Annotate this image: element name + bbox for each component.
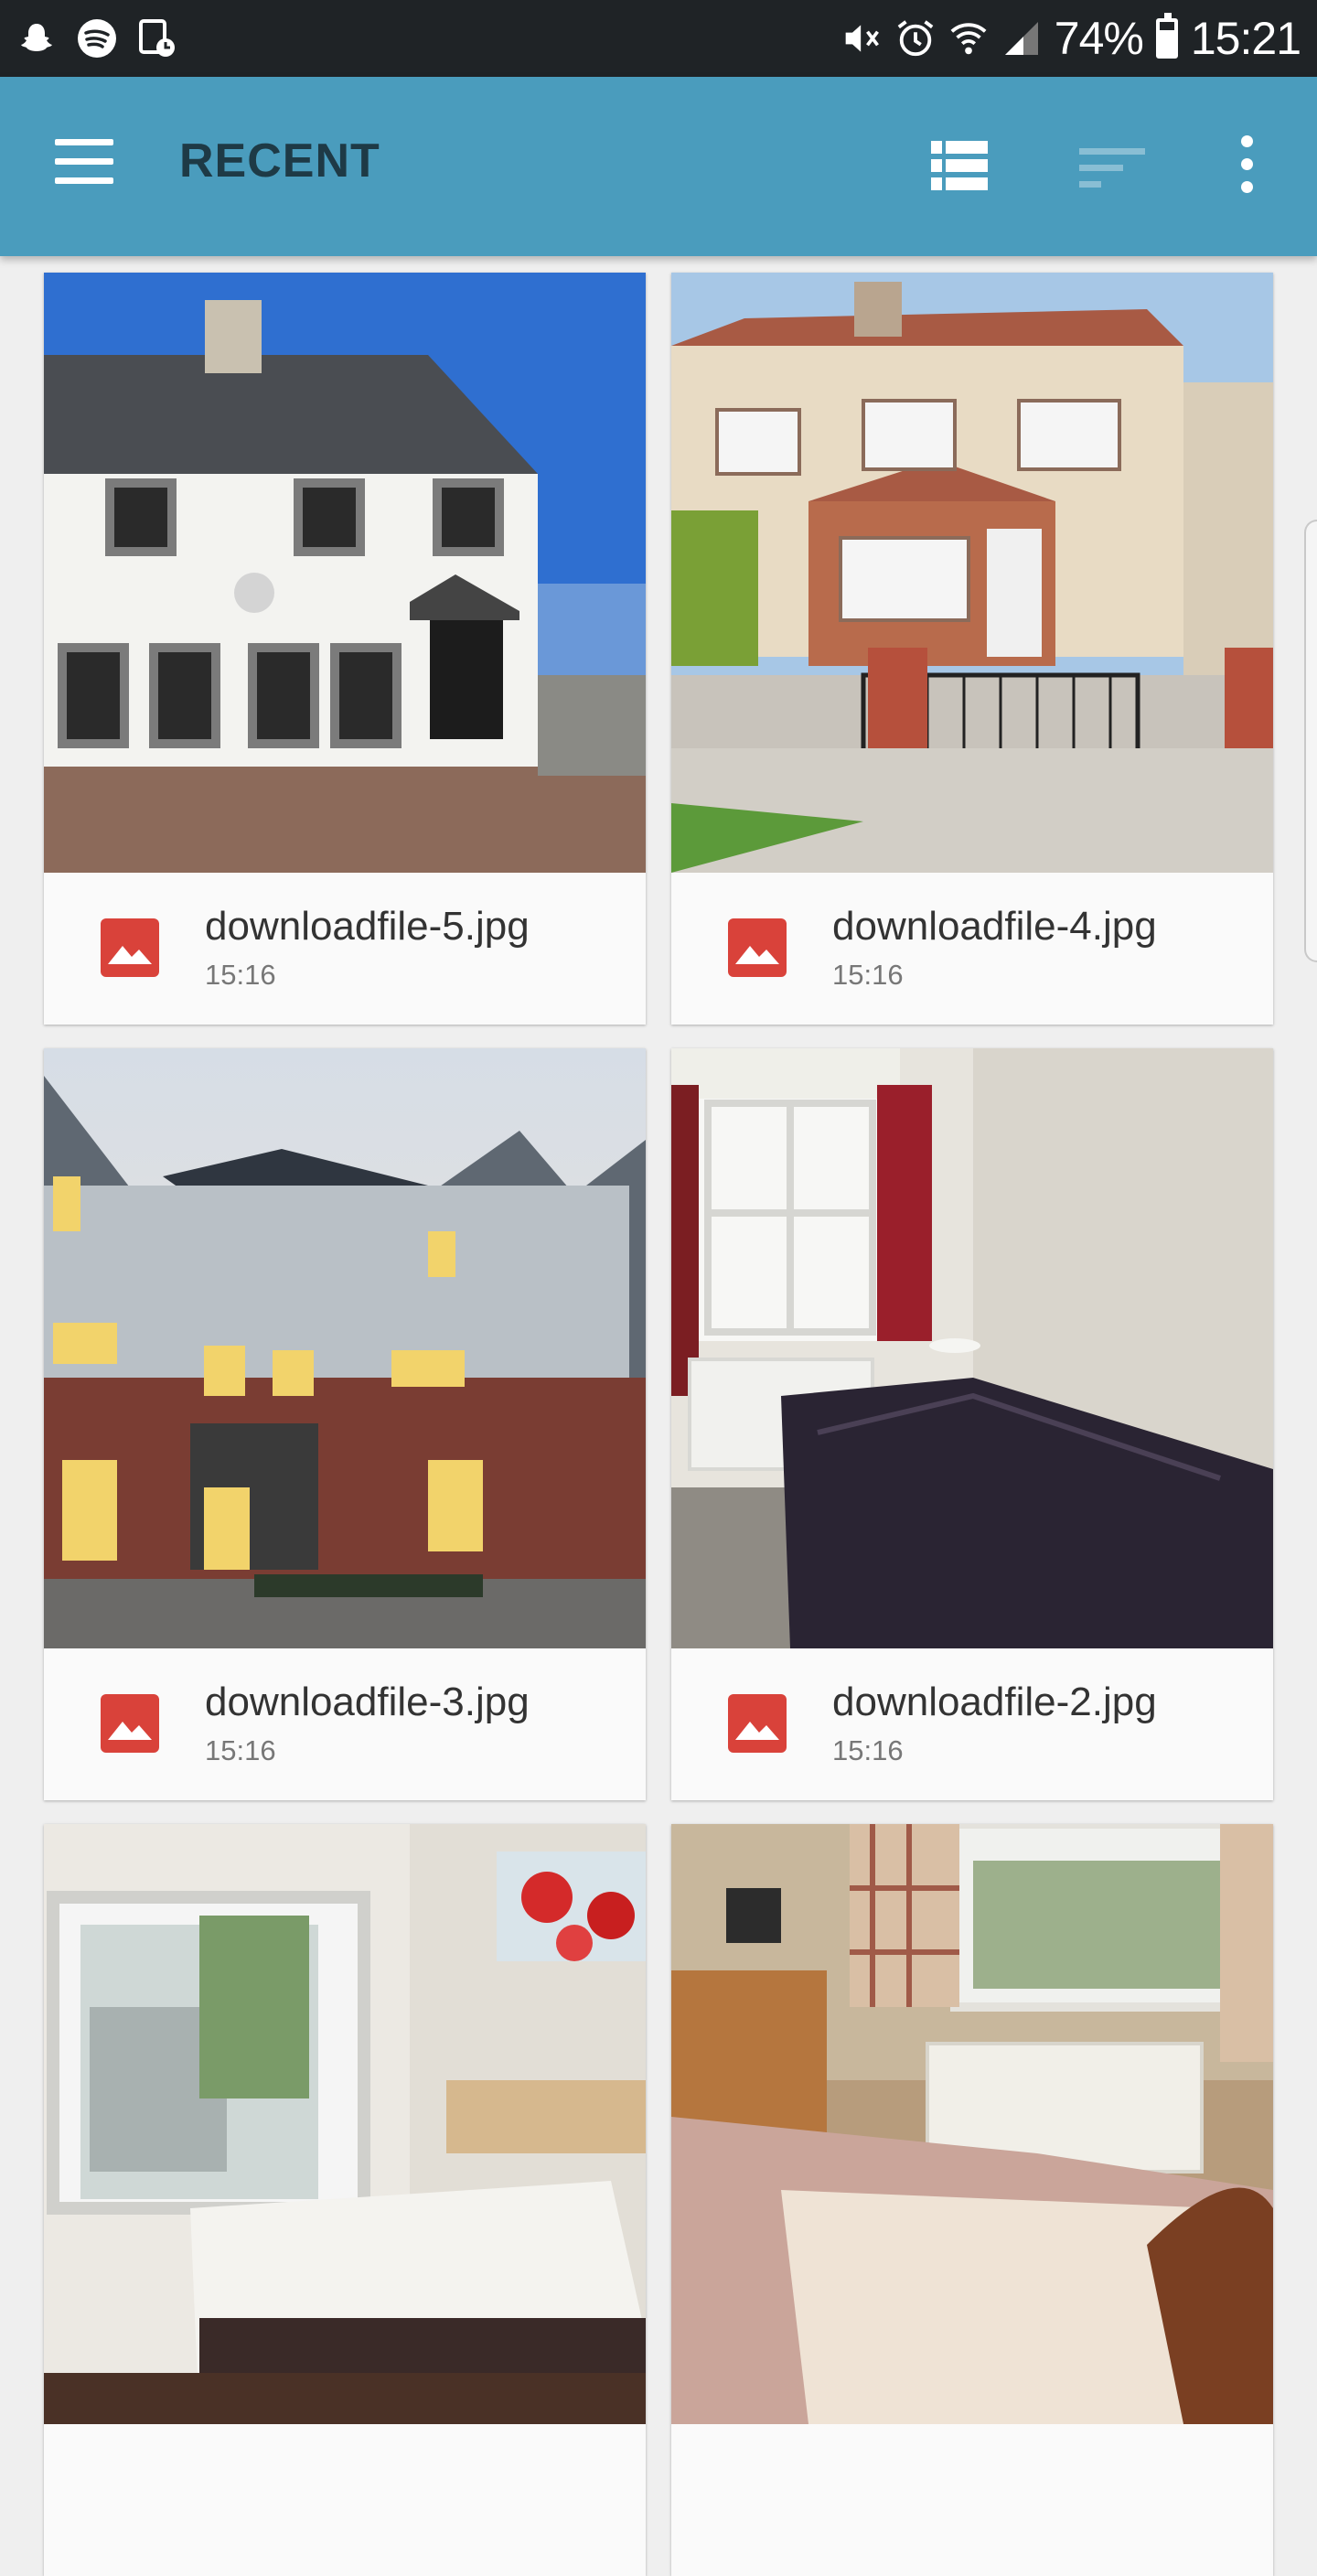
file-name: downloadfile-4.jpg [832, 904, 1157, 949]
list-view-icon[interactable] [931, 141, 988, 190]
signal-icon [1001, 18, 1042, 59]
file-card[interactable] [671, 1824, 1273, 2576]
sort-icon[interactable] [1079, 145, 1145, 190]
app-bar: RECENT [0, 77, 1317, 256]
semi-detached-house-with-gate-photo [671, 273, 1273, 873]
file-name: downloadfile-5.jpg [205, 904, 530, 949]
mute-icon [842, 18, 883, 59]
more-vert-icon[interactable] [1233, 135, 1260, 198]
image-file-icon [101, 918, 159, 977]
file-card[interactable] [44, 1824, 646, 2576]
snapchat-icon [16, 18, 57, 59]
brick-houses-at-dusk-photo [44, 1048, 646, 1648]
file-time: 15:16 [205, 1734, 276, 1766]
file-card[interactable]: downloadfile-2.jpg 15:16 [671, 1048, 1273, 1800]
bedroom-with-checked-curtains-photo [671, 1824, 1273, 2424]
file-name: downloadfile-2.jpg [832, 1680, 1157, 1724]
clock: 15:21 [1190, 13, 1301, 64]
file-time: 15:16 [832, 959, 904, 991]
scroll-handle[interactable] [1304, 520, 1317, 962]
file-card[interactable]: downloadfile-4.jpg 15:16 [671, 273, 1273, 1025]
bedroom-with-poppy-painting-photo [44, 1824, 646, 2424]
page-title: RECENT [179, 134, 380, 188]
file-name: downloadfile-3.jpg [205, 1680, 530, 1724]
image-file-icon [728, 918, 787, 977]
battery-icon [1155, 13, 1178, 59]
file-time: 15:16 [205, 959, 276, 991]
battery-percentage: 74% [1054, 13, 1144, 64]
status-bar: 74% 15:21 [0, 0, 1317, 77]
bedroom-with-purple-bedspread-photo [671, 1048, 1273, 1648]
file-card[interactable]: downloadfile-3.jpg 15:16 [44, 1048, 646, 1800]
spotify-icon [77, 18, 117, 59]
file-time: 15:16 [832, 1734, 904, 1766]
image-file-icon [728, 1694, 787, 1753]
file-card[interactable]: downloadfile-5.jpg 15:16 [44, 273, 646, 1025]
screenshot-icon [137, 18, 177, 59]
alarm-icon [895, 18, 936, 59]
white-semi-detached-house-photo [44, 273, 646, 873]
wifi-icon [948, 18, 989, 59]
hamburger-menu-icon[interactable] [55, 139, 123, 194]
image-file-icon [101, 1694, 159, 1753]
